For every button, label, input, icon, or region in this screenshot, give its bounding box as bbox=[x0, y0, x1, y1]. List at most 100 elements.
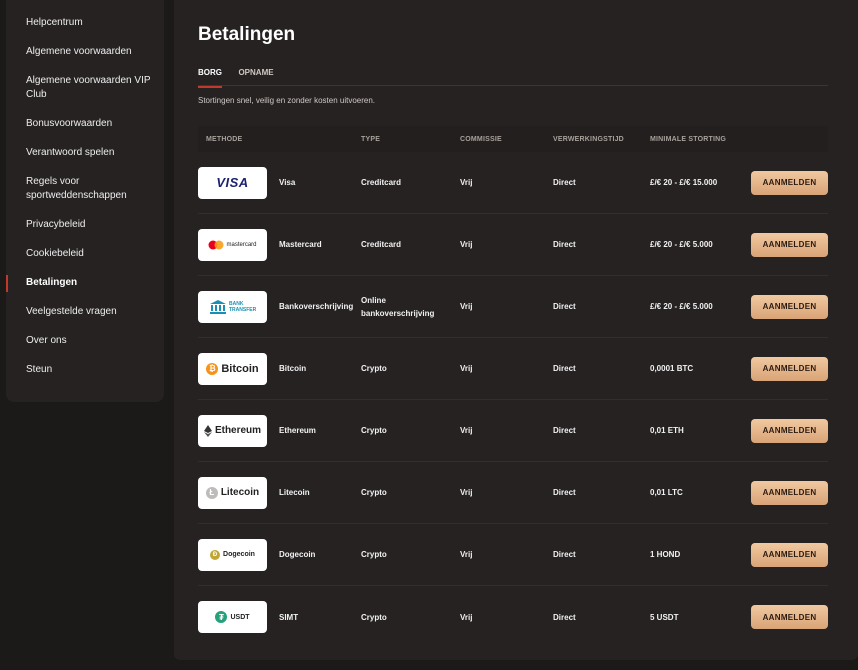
table-row: mastercard Mastercard Creditcard Vrij Di… bbox=[198, 214, 828, 276]
method-commission: Vrij bbox=[460, 612, 473, 622]
aanmelden-button[interactable]: AANMELDEN bbox=[751, 170, 828, 195]
table-row: Ethereum Ethereum Crypto Vrij Direct 0,0… bbox=[198, 400, 828, 462]
header-processing: VERWERKINGSTIJD bbox=[553, 135, 624, 143]
method-minimum: 0,01 LTC bbox=[650, 488, 683, 497]
method-processing: Direct bbox=[553, 364, 576, 373]
table-row: Ł Litecoin Litecoin Crypto Vrij Direct 0… bbox=[198, 462, 828, 524]
bank-building-icon bbox=[210, 299, 226, 314]
sidebar-item-algemene-voorwaarden[interactable]: Algemene voorwaarden bbox=[6, 38, 164, 67]
method-name: Visa bbox=[279, 178, 296, 187]
method-type: Crypto bbox=[361, 426, 387, 435]
aanmelden-button[interactable]: AANMELDEN bbox=[751, 232, 828, 257]
ethereum-icon bbox=[203, 424, 212, 437]
header-commission: COMMISSIE bbox=[460, 135, 502, 143]
ethereum-logo: Ethereum bbox=[198, 414, 267, 447]
ethereum-logo-text: Ethereum bbox=[214, 425, 262, 436]
sidebar-item-cookiebeleid[interactable]: Cookiebeleid bbox=[6, 240, 164, 269]
tab-opname[interactable]: OPNAME bbox=[238, 65, 273, 88]
visa-logo: VISA bbox=[198, 166, 267, 199]
header-type: TYPE bbox=[361, 135, 381, 143]
method-commission: Vrij bbox=[460, 364, 473, 373]
method-commission: Vrij bbox=[460, 488, 473, 497]
table-row: Ð Dogecoin Dogecoin Crypto Vrij Direct 1… bbox=[198, 524, 828, 586]
sidebar-item-betalingen[interactable]: Betalingen bbox=[6, 269, 164, 298]
method-commission: Vrij bbox=[460, 240, 473, 249]
method-name: Bitcoin bbox=[279, 364, 307, 373]
page-title: Betalingen bbox=[198, 24, 296, 45]
method-commission: Vrij bbox=[460, 302, 473, 311]
sidebar-item-veelgestelde-vragen[interactable]: Veelgestelde vragen bbox=[6, 298, 164, 327]
method-commission: Vrij bbox=[460, 178, 473, 187]
aanmelden-button[interactable]: AANMELDEN bbox=[751, 294, 828, 319]
header-method: METHODE bbox=[206, 135, 243, 143]
method-processing: Direct bbox=[553, 612, 576, 622]
aanmelden-button[interactable]: AANMELDEN bbox=[751, 480, 828, 505]
method-type: Online bankoverschrijving bbox=[361, 295, 435, 318]
tether-logo-text: USDT bbox=[230, 613, 250, 621]
method-processing: Direct bbox=[553, 178, 576, 187]
sidebar-item-privacybeleid[interactable]: Privacybeleid bbox=[6, 211, 164, 240]
method-type: Crypto bbox=[361, 364, 387, 373]
tether-logo: ₮ USDT bbox=[198, 601, 267, 633]
aanmelden-button[interactable]: AANMELDEN bbox=[751, 356, 828, 381]
method-processing: Direct bbox=[553, 240, 576, 249]
bitcoin-logo: ₿ Bitcoin bbox=[198, 352, 267, 385]
tab-bar: BORG OPNAME bbox=[198, 62, 828, 88]
bank-logo: BANK TRANSFER bbox=[198, 290, 267, 323]
method-name: SIMT bbox=[279, 612, 299, 622]
visa-logo-text: VISA bbox=[216, 175, 249, 190]
method-type: Creditcard bbox=[361, 240, 402, 249]
sidebar: Helpcentrum Algemene voorwaarden Algemen… bbox=[6, 0, 164, 402]
sidebar-item-bonusvoorwaarden[interactable]: Bonusvoorwaarden bbox=[6, 110, 164, 139]
method-processing: Direct bbox=[553, 426, 576, 435]
method-name: Ethereum bbox=[279, 426, 316, 435]
dogecoin-icon: Ð bbox=[210, 549, 221, 560]
litecoin-logo: Ł Litecoin bbox=[198, 476, 267, 509]
method-minimum: 0,01 ETH bbox=[650, 426, 684, 435]
bank-logo-text: BANK TRANSFER bbox=[229, 300, 257, 313]
method-minimum: £/€ 20 - £/€ 5.000 bbox=[650, 302, 713, 311]
method-name: Dogecoin bbox=[279, 550, 316, 559]
method-minimum: 5 USDT bbox=[650, 612, 679, 622]
mastercard-logo: mastercard bbox=[198, 228, 267, 261]
tether-icon: ₮ bbox=[215, 611, 228, 623]
tab-borg[interactable]: BORG bbox=[198, 65, 222, 88]
aanmelden-button[interactable]: AANMELDEN bbox=[751, 542, 828, 567]
page-subtitle: Stortingen snel, veilig en zonder kosten… bbox=[198, 96, 375, 105]
method-commission: Vrij bbox=[460, 426, 473, 435]
sidebar-item-sportweddenschappen[interactable]: Regels voor sportweddenschappen bbox=[6, 168, 164, 211]
mastercard-circles-icon bbox=[208, 240, 224, 249]
sidebar-item-helpcentrum[interactable]: Helpcentrum bbox=[6, 9, 164, 38]
method-type: Crypto bbox=[361, 550, 387, 559]
bitcoin-logo-text: Bitcoin bbox=[221, 362, 259, 375]
sidebar-item-over-ons[interactable]: Over ons bbox=[6, 327, 164, 356]
method-processing: Direct bbox=[553, 302, 576, 311]
mastercard-logo-text: mastercard bbox=[226, 241, 257, 248]
table-row: BANK TRANSFER Bankoverschrijving Online … bbox=[198, 276, 828, 338]
method-name: Bankoverschrijving bbox=[279, 302, 354, 311]
aanmelden-button[interactable]: AANMELDEN bbox=[751, 418, 828, 443]
dogecoin-logo-text: Dogecoin bbox=[223, 551, 255, 558]
method-type: Crypto bbox=[361, 488, 387, 497]
method-minimum: 0,0001 BTC bbox=[650, 364, 694, 373]
payments-table: METHODE TYPE COMMISSIE VERWERKINGSTIJD M… bbox=[198, 126, 828, 648]
method-processing: Direct bbox=[553, 488, 576, 497]
main-panel: Betalingen BORG OPNAME Stortingen snel, … bbox=[174, 0, 858, 660]
sidebar-item-vip-voorwaarden[interactable]: Algemene voorwaarden VIP Club bbox=[6, 67, 164, 110]
sidebar-item-steun[interactable]: Steun bbox=[6, 356, 164, 385]
method-commission: Vrij bbox=[460, 550, 473, 559]
table-header: METHODE TYPE COMMISSIE VERWERKINGSTIJD M… bbox=[198, 126, 828, 152]
table-row: VISA Visa Creditcard Vrij Direct £/€ 20 … bbox=[198, 152, 828, 214]
table-row: ₮ USDT SIMT Crypto Vrij Direct 5 USDT AA… bbox=[198, 586, 828, 648]
method-type: Crypto bbox=[361, 612, 387, 622]
sidebar-item-verantwoord-spelen[interactable]: Verantwoord spelen bbox=[6, 139, 164, 168]
method-type: Creditcard bbox=[361, 178, 402, 187]
method-name: Litecoin bbox=[279, 488, 310, 497]
bitcoin-icon: ₿ bbox=[206, 362, 219, 375]
table-row: ₿ Bitcoin Bitcoin Crypto Vrij Direct 0,0… bbox=[198, 338, 828, 400]
litecoin-logo-text: Litecoin bbox=[220, 487, 260, 498]
header-minimum: MINIMALE STORTING bbox=[650, 135, 726, 143]
method-name: Mastercard bbox=[279, 240, 322, 249]
aanmelden-button[interactable]: AANMELDEN bbox=[751, 605, 828, 629]
method-minimum: £/€ 20 - £/€ 5.000 bbox=[650, 240, 713, 249]
